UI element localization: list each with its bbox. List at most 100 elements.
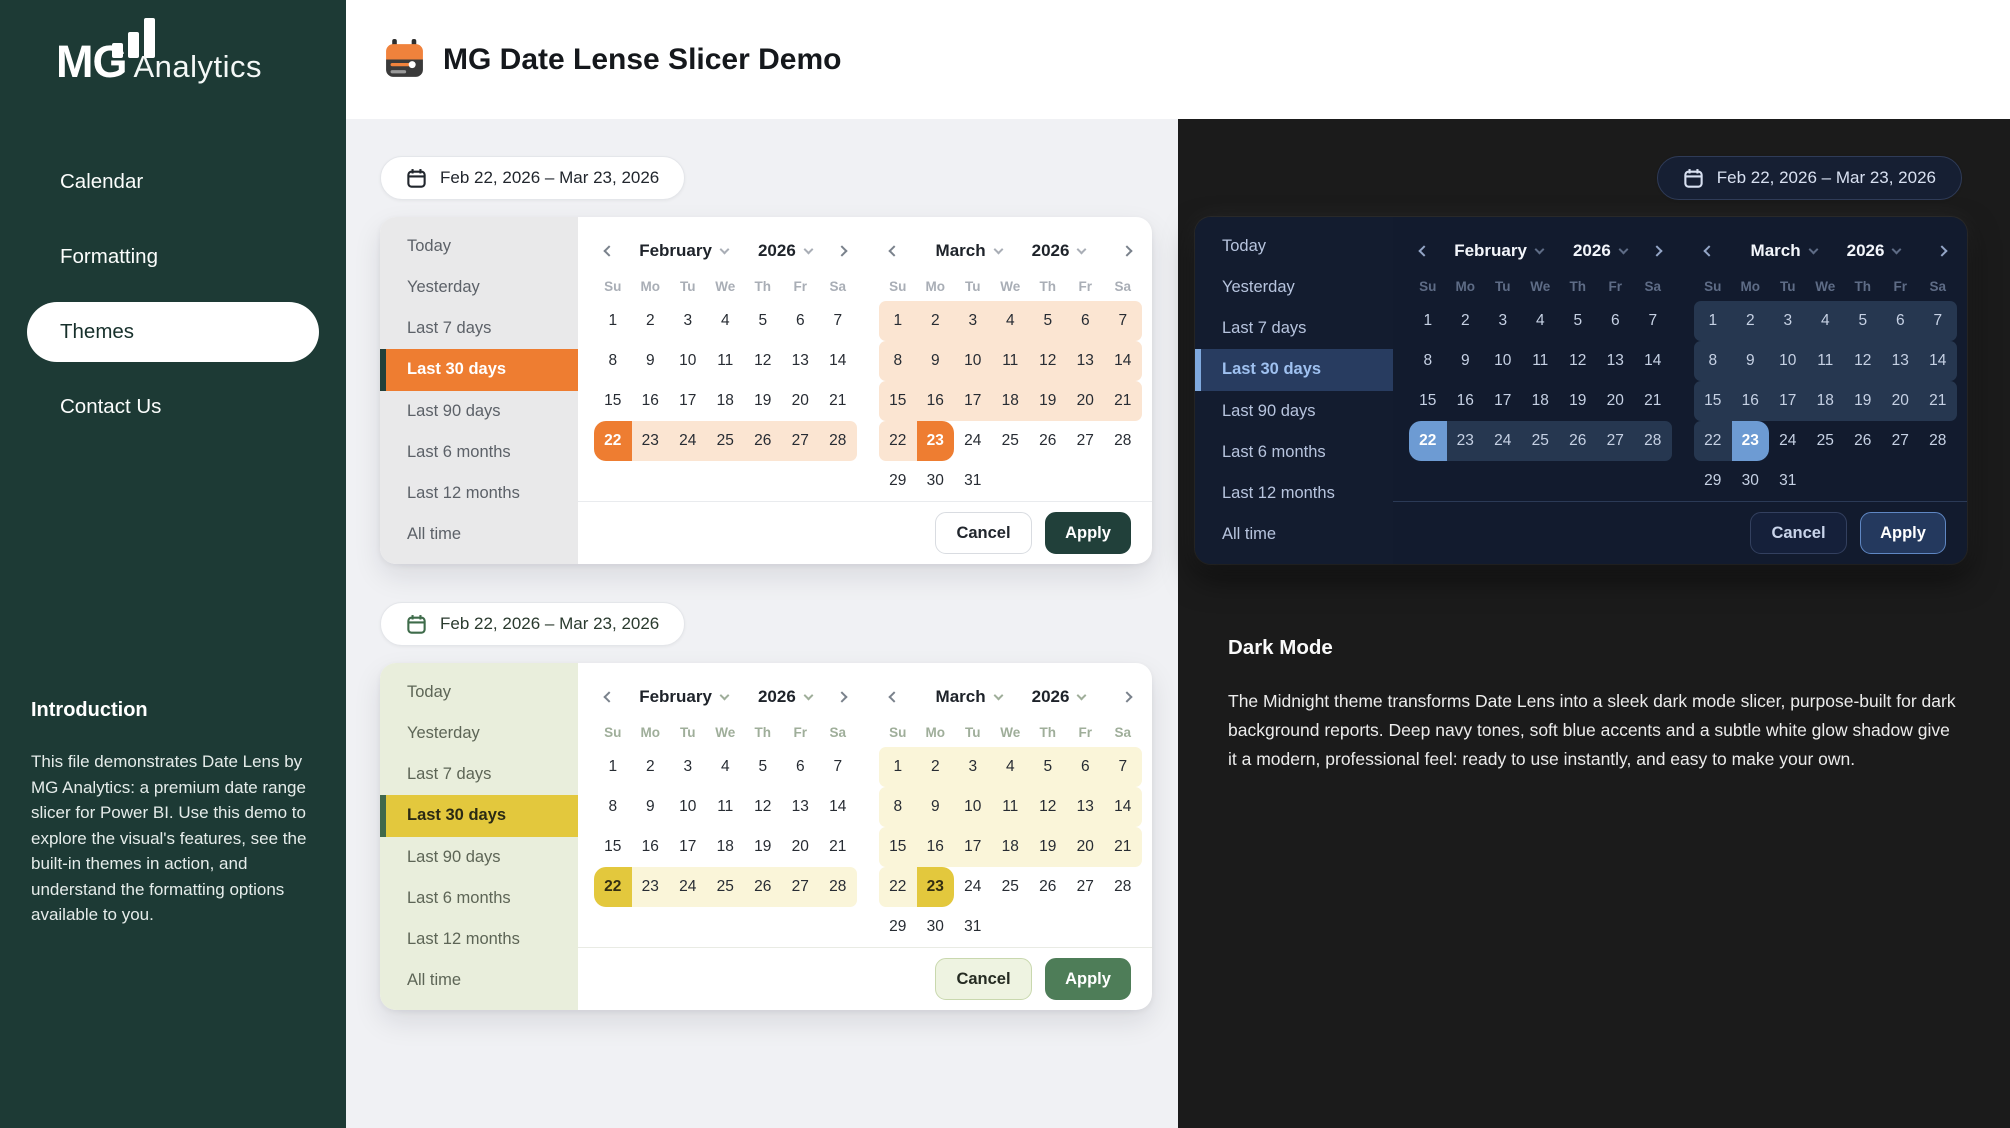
day-cell[interactable]: 3: [1769, 301, 1807, 341]
day-cell[interactable]: 24: [1769, 421, 1807, 461]
day-cell[interactable]: 7: [819, 747, 857, 787]
day-cell[interactable]: 31: [954, 907, 992, 947]
year-dropdown[interactable]: 2026: [758, 241, 814, 261]
day-cell[interactable]: 6: [1066, 747, 1104, 787]
day-cell[interactable]: 3: [1484, 301, 1522, 341]
day-cell[interactable]: 15: [594, 827, 632, 867]
day-cell[interactable]: 26: [1559, 421, 1597, 461]
day-cell[interactable]: 12: [1844, 341, 1882, 381]
day-cell[interactable]: 23: [1446, 421, 1484, 461]
day-cell[interactable]: 4: [707, 747, 745, 787]
day-cell[interactable]: 21: [1634, 381, 1672, 421]
day-cell[interactable]: 1: [594, 301, 632, 341]
day-cell[interactable]: 27: [1596, 421, 1634, 461]
day-cell[interactable]: 9: [916, 787, 954, 827]
day-cell[interactable]: 8: [594, 787, 632, 827]
day-cell[interactable]: 12: [1559, 341, 1597, 381]
day-cell[interactable]: 19: [1029, 827, 1067, 867]
day-cell[interactable]: 7: [1919, 301, 1957, 341]
day-cell[interactable]: 16: [1731, 381, 1769, 421]
day-cell[interactable]: 18: [707, 381, 745, 421]
sidebar-item-calendar[interactable]: Calendar: [27, 152, 319, 212]
day-cell[interactable]: 24: [669, 867, 707, 907]
day-cell[interactable]: 23: [631, 421, 669, 461]
preset-yesterday[interactable]: Yesterday: [380, 267, 578, 308]
day-cell[interactable]: 6: [1881, 301, 1919, 341]
preset-yesterday[interactable]: Yesterday: [380, 713, 578, 754]
day-cell[interactable]: 19: [1029, 381, 1067, 421]
day-cell[interactable]: 14: [1919, 341, 1957, 381]
day-cell[interactable]: 22: [879, 867, 917, 907]
day-cell[interactable]: 4: [1522, 301, 1560, 341]
day-cell[interactable]: 10: [1484, 341, 1522, 381]
next-month-button[interactable]: [829, 238, 855, 264]
day-cell[interactable]: 21: [819, 381, 857, 421]
day-cell[interactable]: 28: [1104, 867, 1142, 907]
day-cell[interactable]: 8: [594, 341, 632, 381]
day-cell[interactable]: 30: [917, 907, 955, 947]
day-cell[interactable]: 2: [916, 301, 954, 341]
sidebar-item-formatting[interactable]: Formatting: [27, 227, 319, 287]
day-cell[interactable]: 2: [1731, 301, 1769, 341]
day-cell[interactable]: 5: [1029, 301, 1067, 341]
day-cell[interactable]: 23: [631, 867, 669, 907]
day-cell[interactable]: 19: [1559, 381, 1597, 421]
preset-all-time[interactable]: All time: [380, 960, 578, 1001]
month-dropdown[interactable]: March: [1751, 241, 1819, 261]
day-cell[interactable]: 6: [1597, 301, 1635, 341]
day-cell[interactable]: 24: [954, 421, 992, 461]
preset-last-90-days[interactable]: Last 90 days: [1195, 391, 1393, 432]
day-cell[interactable]: 10: [669, 341, 707, 381]
day-cell[interactable]: 15: [1694, 381, 1732, 421]
day-cell[interactable]: 2: [916, 747, 954, 787]
preset-last-7-days[interactable]: Last 7 days: [380, 308, 578, 349]
day-cell[interactable]: 18: [1806, 381, 1844, 421]
day-cell[interactable]: 30: [1732, 461, 1770, 501]
year-dropdown[interactable]: 2026: [1032, 241, 1087, 261]
apply-button[interactable]: Apply: [1045, 958, 1131, 1000]
next-month-button[interactable]: [1929, 238, 1955, 264]
prev-month-button[interactable]: [596, 684, 622, 710]
day-cell[interactable]: 8: [879, 787, 917, 827]
month-dropdown[interactable]: March: [936, 241, 1004, 261]
day-cell[interactable]: 26: [1029, 421, 1067, 461]
day-cell[interactable]: 31: [1769, 461, 1807, 501]
day-cell[interactable]: 21: [819, 827, 857, 867]
day-cell[interactable]: 5: [744, 747, 782, 787]
day-cell[interactable]: 28: [1919, 421, 1957, 461]
day-cell[interactable]: 20: [1066, 827, 1104, 867]
day-cell[interactable]: 9: [632, 341, 670, 381]
preset-last-12-months[interactable]: Last 12 months: [380, 919, 578, 960]
day-cell[interactable]: 15: [879, 381, 917, 421]
day-cell[interactable]: 10: [669, 787, 707, 827]
day-cell[interactable]: 4: [991, 747, 1029, 787]
day-cell[interactable]: 3: [954, 747, 992, 787]
day-cell[interactable]: 21: [1104, 827, 1142, 867]
day-cell[interactable]: 23: [916, 867, 954, 907]
day-cell[interactable]: 5: [1844, 301, 1882, 341]
day-cell[interactable]: 24: [1484, 421, 1522, 461]
day-cell[interactable]: 12: [744, 787, 782, 827]
day-cell[interactable]: 22: [1694, 421, 1732, 461]
apply-button[interactable]: Apply: [1860, 512, 1946, 554]
day-cell[interactable]: 17: [954, 827, 992, 867]
day-cell[interactable]: 27: [1882, 421, 1920, 461]
day-cell[interactable]: 14: [1634, 341, 1672, 381]
day-cell[interactable]: 1: [879, 301, 917, 341]
preset-last-6-months[interactable]: Last 6 months: [1195, 432, 1393, 473]
day-cell[interactable]: 20: [1597, 381, 1635, 421]
day-cell[interactable]: 22: [594, 421, 632, 461]
day-cell[interactable]: 16: [916, 381, 954, 421]
day-cell[interactable]: 16: [632, 381, 670, 421]
preset-last-7-days[interactable]: Last 7 days: [1195, 308, 1393, 349]
day-cell[interactable]: 9: [1731, 341, 1769, 381]
day-cell[interactable]: 3: [954, 301, 992, 341]
day-cell[interactable]: 12: [744, 341, 782, 381]
day-cell[interactable]: 15: [879, 827, 917, 867]
day-cell[interactable]: 8: [1694, 341, 1732, 381]
day-cell[interactable]: 5: [1559, 301, 1597, 341]
next-month-button[interactable]: [1114, 238, 1140, 264]
day-cell[interactable]: 18: [991, 827, 1029, 867]
day-cell[interactable]: 7: [819, 301, 857, 341]
day-cell[interactable]: 8: [879, 341, 917, 381]
